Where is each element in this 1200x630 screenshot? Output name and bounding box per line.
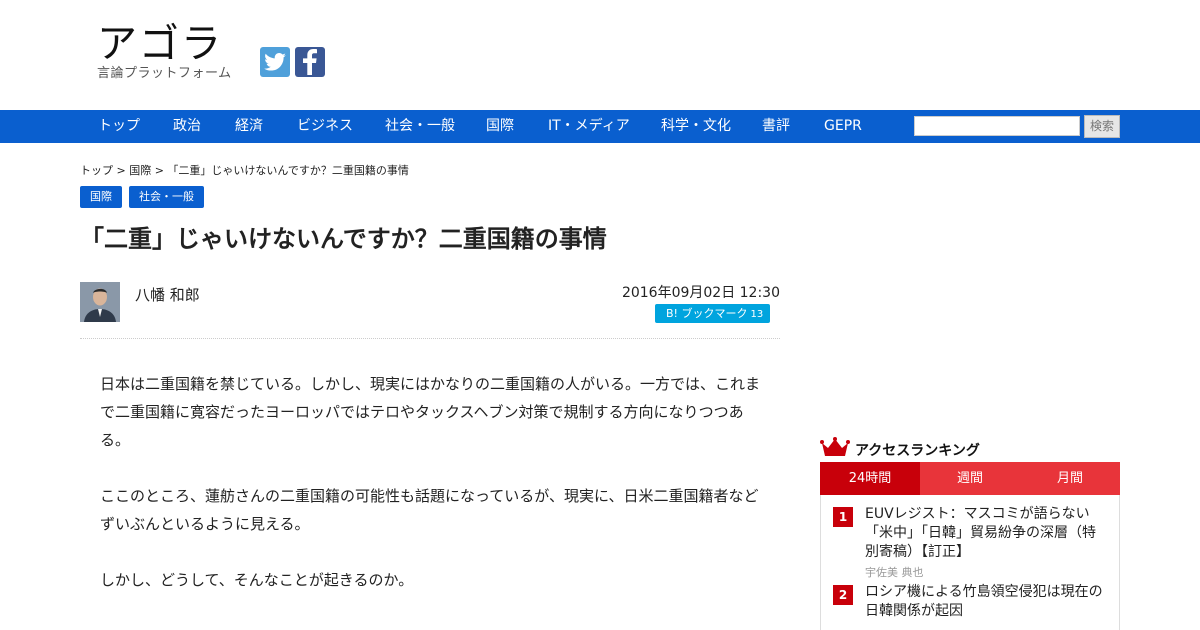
ranking-entry-author: 宇佐美 典也 [865, 566, 924, 579]
facebook-f-glyph [303, 49, 317, 75]
ranking-entry-title[interactable]: EUVレジスト：マスコミが語らない「米中」「日韓」貿易紛争の深層（特別寄稿）【訂… [865, 505, 1105, 562]
rank-number: 2 [833, 585, 853, 605]
nav-item-politics[interactable]: 政治 [173, 110, 201, 143]
breadcrumb[interactable]: トップ > 国際 > 「二重」じゃいけないんですか？二重国籍の事情 [80, 162, 409, 178]
ranking-entry: EUVレジスト：マスコミが語らない「米中」「日韓」貿易紛争の深層（特別寄稿）【訂… [865, 505, 1105, 582]
tag-society[interactable]: 社会・一般 [129, 186, 204, 208]
tab-monthly[interactable]: 月間 [1020, 462, 1120, 495]
tag-international[interactable]: 国際 [80, 186, 122, 208]
nav-item-science-culture[interactable]: 科学・文化 [661, 110, 731, 143]
bookmark-label: B! ブックマーク [666, 307, 748, 320]
avatar-portrait-glyph [80, 282, 120, 322]
page: アゴラ 言論プラットフォーム トップ 政治 経済 ビジネス 社会・一般 国際 I… [0, 0, 1200, 630]
ranking-tabs: 24時間 週間 月間 [820, 462, 1120, 495]
nav-item-it-media[interactable]: IT・メディア [548, 110, 630, 143]
nav-item-economy[interactable]: 経済 [235, 110, 263, 143]
rank-number: 1 [833, 507, 853, 527]
logo-text: アゴラ [97, 21, 223, 67]
nav-item-international[interactable]: 国際 [486, 110, 514, 143]
ranking-title: アクセスランキング [855, 443, 980, 459]
ranking-list: 1 EUVレジスト：マスコミが語らない「米中」「日韓」貿易紛争の深層（特別寄稿）… [820, 495, 1120, 630]
search-button[interactable]: 検索 [1084, 115, 1120, 138]
nav-item-gepr[interactable]: GEPR [824, 110, 862, 143]
article-paragraph: しかし、どうして、そんなことが起きるのか。 [100, 571, 414, 589]
twitter-bird-glyph [264, 53, 286, 71]
nav-item-book-review[interactable]: 書評 [762, 110, 790, 143]
article-paragraph: 日本は二重国籍を禁じている。しかし、現実にはかなりの二重国籍の人がいる。一方では… [100, 375, 761, 449]
main-nav: トップ 政治 経済 ビジネス 社会・一般 国際 IT・メディア 科学・文化 書評… [0, 110, 1200, 143]
article-paragraph: ここのところ、蓮舫さんの二重国籍の可能性も話題になっているが、現実に、日米二重国… [100, 487, 759, 533]
hatena-bookmark-button[interactable]: B! ブックマーク 13 [655, 304, 770, 323]
search-input[interactable] [914, 116, 1080, 136]
article-title: 「二重」じゃいけないんですか？二重国籍の事情 [80, 225, 607, 253]
nav-item-top[interactable]: トップ [98, 110, 140, 143]
bookmark-count: 13 [750, 309, 764, 320]
author-avatar[interactable] [80, 282, 120, 322]
ranking-entry-title[interactable]: ロシア機による竹島領空侵犯は現在の日韓関係が起因 [865, 583, 1105, 621]
article-body: 日本は二重国籍を禁じている。しかし、現実にはかなりの二重国籍の人がいる。一方では… [100, 370, 765, 622]
tab-weekly[interactable]: 週間 [920, 462, 1020, 495]
author-name[interactable]: 八幡 和郎 [135, 284, 200, 305]
ranking-entry: ロシア機による竹島領空侵犯は現在の日韓関係が起因 [865, 583, 1105, 621]
twitter-icon[interactable] [260, 47, 290, 77]
tab-24h[interactable]: 24時間 [820, 462, 920, 495]
facebook-icon[interactable] [295, 47, 325, 77]
publish-date: 2016年09月02日 12:30 [621, 285, 780, 301]
nav-item-business[interactable]: ビジネス [297, 110, 353, 143]
article-divider [80, 338, 780, 339]
logo-tagline: 言論プラットフォーム [97, 66, 232, 81]
site-header: アゴラ 言論プラットフォーム [0, 0, 1200, 110]
crown-icon [820, 437, 850, 461]
nav-item-society[interactable]: 社会・一般 [385, 110, 455, 143]
site-logo[interactable]: アゴラ 言論プラットフォーム [97, 22, 247, 82]
